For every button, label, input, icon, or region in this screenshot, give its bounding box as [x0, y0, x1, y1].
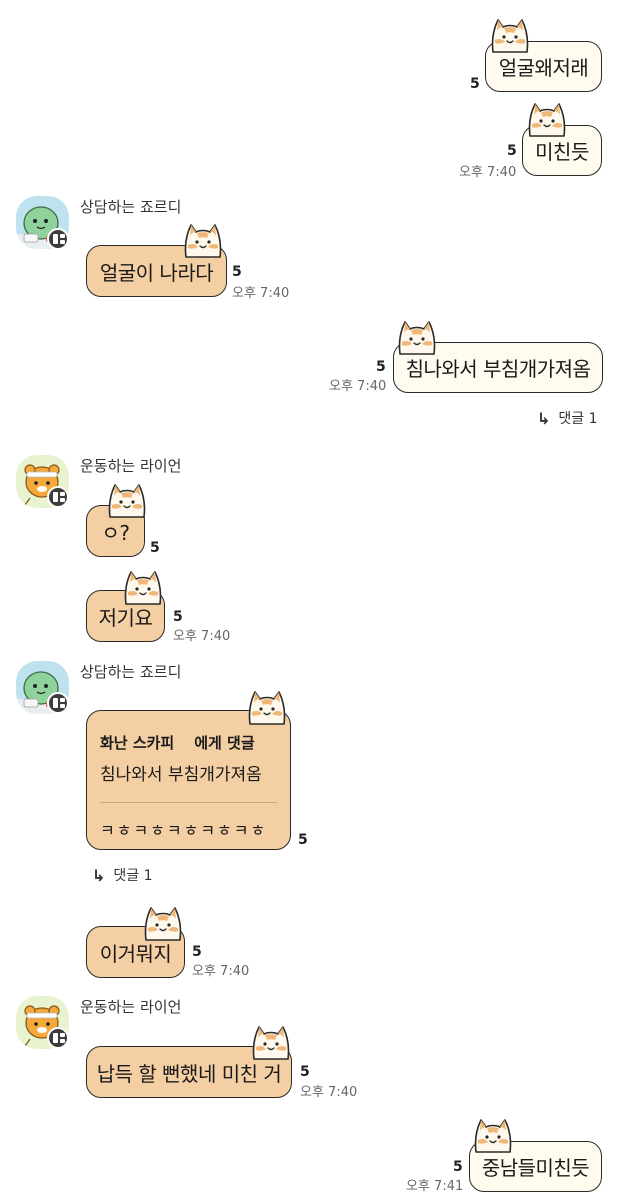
quote-reply-bubble[interactable]: 화난 스카피 에게 댓글 침나와서 부침개가져옴 ㅋㅎㅋㅎㅋㅎㅋㅎㅋㅎ — [86, 710, 291, 850]
unread-count: 5 — [453, 1159, 463, 1175]
message-time: 오후 7:41 — [406, 1179, 464, 1194]
quote-target-suffix: 에게 댓글 — [194, 734, 255, 752]
reply-text: ㅋㅎㅋㅎㅋㅎㅋㅎㅋㅎ — [100, 821, 268, 840]
message-text: 납득 할 뻔했네 미친 거 — [96, 1061, 282, 1086]
unread-count: 5 — [232, 264, 242, 280]
unread-count: 5 — [150, 540, 160, 556]
profile-badge-icon — [47, 692, 69, 714]
reply-thread-link[interactable]: ↳ 댓글 1 — [537, 408, 598, 428]
cat-sticker-icon — [248, 691, 286, 725]
cat-sticker-icon — [144, 907, 182, 941]
message-text: ㅇ? — [101, 520, 130, 545]
cat-sticker-icon — [124, 571, 162, 605]
quote-target: 화난 스카피 에게 댓글 — [100, 732, 255, 753]
reply-arrow-icon: ↳ — [537, 408, 551, 428]
message-text: 중남들미친듯 — [481, 1156, 590, 1180]
unread-count: 5 — [300, 1064, 310, 1080]
unread-count: 5 — [507, 143, 517, 159]
cat-sticker-icon — [252, 1026, 290, 1060]
message-text: 미친듯 — [535, 140, 589, 164]
cat-sticker-icon — [491, 19, 529, 53]
cat-sticker-icon — [474, 1119, 512, 1153]
message-time: 오후 7:40 — [329, 379, 387, 394]
message-time: 오후 7:40 — [459, 165, 517, 180]
message-text: 침나와서 부침개가져옴 — [405, 357, 591, 381]
cat-sticker-icon — [184, 224, 222, 258]
profile-badge-icon — [47, 228, 69, 250]
reply-thread-link[interactable]: ↳ 댓글 1 — [92, 865, 153, 885]
quote-divider — [100, 802, 277, 803]
unread-count: 5 — [376, 359, 386, 375]
sender-name: 상담하는 죠르디 — [80, 663, 182, 681]
quoted-message: 침나와서 부침개가져옴 — [100, 765, 262, 785]
unread-count: 5 — [470, 76, 480, 92]
cat-sticker-icon — [528, 103, 566, 137]
sender-name: 운동하는 라이언 — [80, 998, 182, 1016]
reply-count: 댓글 1 — [558, 411, 598, 427]
quote-target-name: 화난 스카피 — [100, 734, 175, 752]
message-time: 오후 7:40 — [232, 286, 290, 301]
message-time: 오후 7:40 — [173, 629, 231, 644]
reply-arrow-icon: ↳ — [92, 865, 106, 885]
unread-count: 5 — [192, 944, 202, 960]
cat-sticker-icon — [398, 321, 436, 355]
message-time: 오후 7:40 — [192, 964, 250, 979]
message-text: 얼굴왜저래 — [498, 56, 589, 80]
sender-name: 운동하는 라이언 — [80, 457, 182, 475]
profile-badge-icon — [47, 1027, 69, 1049]
cat-sticker-icon — [108, 484, 146, 518]
profile-badge-icon — [47, 486, 69, 508]
message-time: 오후 7:40 — [300, 1085, 358, 1100]
unread-count: 5 — [173, 609, 183, 625]
sender-name: 상담하는 죠르디 — [80, 198, 182, 216]
reply-count: 댓글 1 — [113, 868, 153, 884]
unread-count: 5 — [298, 832, 308, 848]
message-text: 얼굴이 나라다 — [99, 260, 214, 285]
